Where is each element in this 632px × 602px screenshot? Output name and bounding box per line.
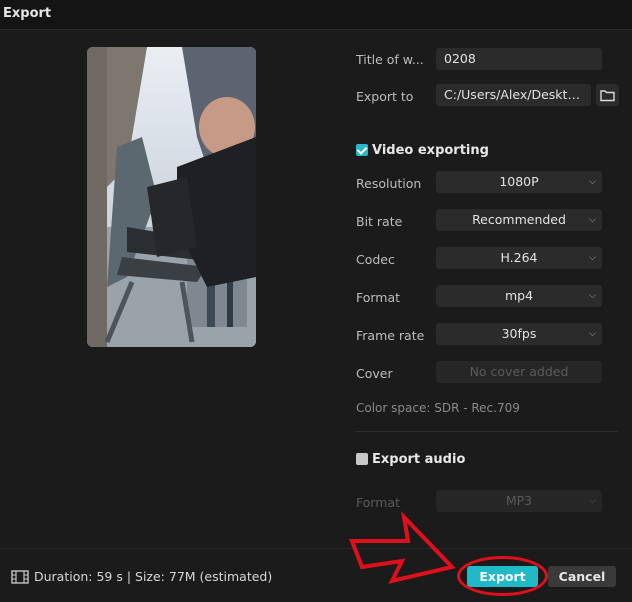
audio-format-label: Format <box>356 495 401 510</box>
format-value: mp4 <box>504 288 534 303</box>
folder-icon <box>600 90 615 102</box>
export-to-label: Export to <box>356 89 414 104</box>
chevron-down-icon: ⌵ <box>589 215 596 225</box>
framerate-select[interactable]: 30fps ⌵ <box>436 323 602 345</box>
codec-label: Codec <box>356 252 395 267</box>
title-bar: Export <box>0 0 632 30</box>
video-frame-image <box>87 47 256 347</box>
film-icon <box>11 570 29 584</box>
audio-format-select[interactable]: MP3 ⌵ <box>436 490 602 512</box>
cancel-button[interactable]: Cancel <box>548 566 616 587</box>
video-preview <box>87 47 256 347</box>
export-audio-title: Export audio <box>372 452 466 467</box>
audio-format-value: MP3 <box>505 493 533 508</box>
framerate-label: Frame rate <box>356 328 425 343</box>
codec-value: H.264 <box>500 250 538 265</box>
browse-folder-button[interactable] <box>596 84 619 106</box>
chevron-down-icon: ⌵ <box>589 496 596 506</box>
color-space-info: Color space: SDR - Rec.709 <box>356 401 520 415</box>
resolution-value: 1080P <box>499 174 539 189</box>
cover-label: Cover <box>356 366 393 381</box>
format-label: Format <box>356 290 401 305</box>
video-exporting-checkbox[interactable] <box>356 144 368 156</box>
bitrate-label: Bit rate <box>356 214 403 229</box>
bitrate-select[interactable]: Recommended ⌵ <box>436 209 602 231</box>
duration-size-text: Duration: 59 s | Size: 77M (estimated) <box>34 569 273 584</box>
cover-value: No cover added <box>469 364 569 379</box>
framerate-value: 30fps <box>501 326 537 341</box>
format-select[interactable]: mp4 ⌵ <box>436 285 602 307</box>
export-audio-checkbox[interactable] <box>356 453 368 465</box>
section-divider <box>356 431 618 432</box>
codec-select[interactable]: H.264 ⌵ <box>436 247 602 269</box>
cover-button[interactable]: No cover added <box>436 361 602 383</box>
chevron-down-icon: ⌵ <box>589 291 596 301</box>
export-button[interactable]: Export <box>467 566 538 587</box>
video-exporting-title: Video exporting <box>372 143 489 158</box>
title-input[interactable]: 0208 <box>436 48 602 70</box>
bitrate-value: Recommended <box>472 212 566 227</box>
chevron-down-icon: ⌵ <box>589 177 596 187</box>
resolution-select[interactable]: 1080P ⌵ <box>436 171 602 193</box>
title-label: Title of w... <box>356 52 424 67</box>
chevron-down-icon: ⌵ <box>589 253 596 263</box>
export-path-input[interactable]: C:/Users/Alex/Deskto... <box>436 84 591 106</box>
resolution-label: Resolution <box>356 176 422 191</box>
chevron-down-icon: ⌵ <box>589 329 596 339</box>
window-title: Export <box>3 6 52 21</box>
